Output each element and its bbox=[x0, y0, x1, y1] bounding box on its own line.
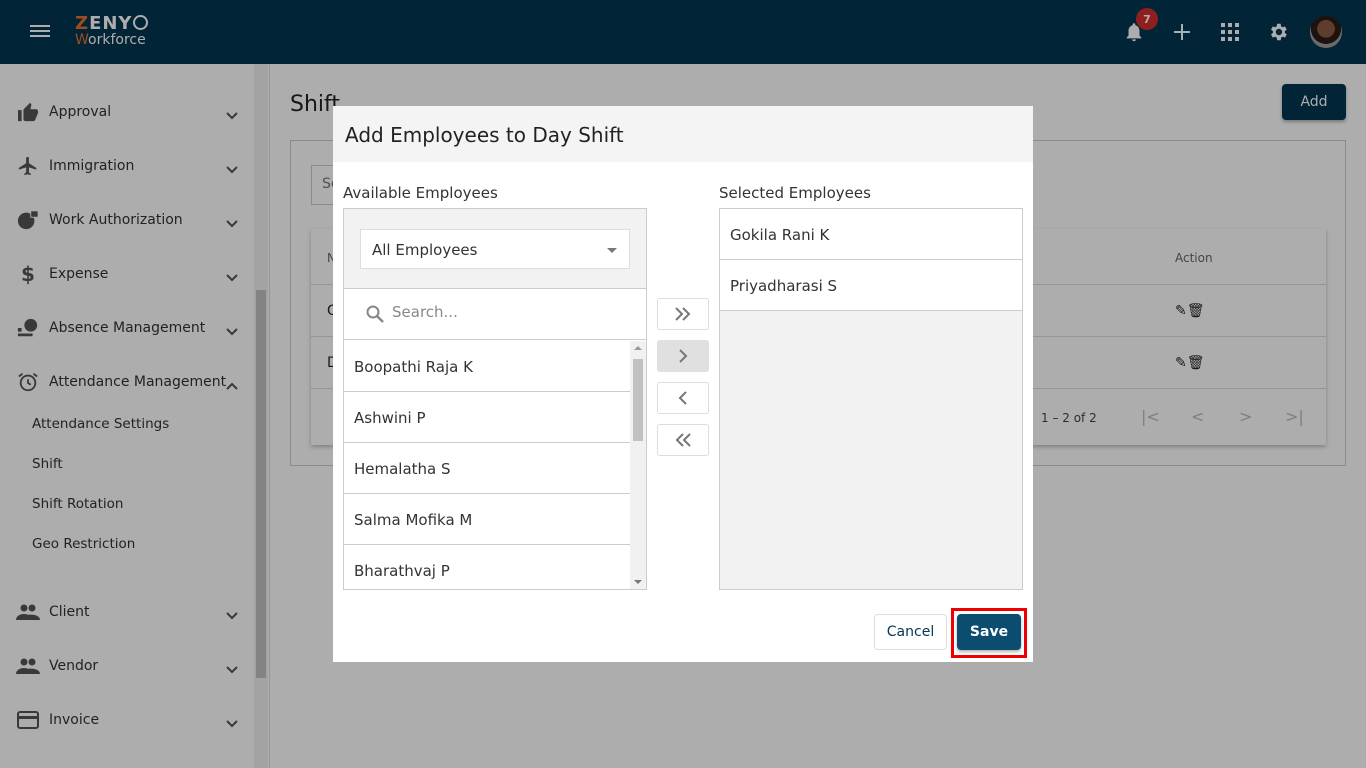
chevron-left-icon bbox=[678, 391, 687, 405]
double-chevron-left-icon bbox=[675, 433, 691, 447]
move-all-right-button[interactable] bbox=[657, 298, 709, 330]
available-employee-item[interactable]: Ashwini P bbox=[344, 392, 630, 443]
available-employees-panel: All Employees Boopathi Raja K Ashwini P … bbox=[343, 208, 647, 590]
available-employee-item[interactable]: Bharathvaj P bbox=[344, 545, 630, 589]
move-left-button[interactable] bbox=[657, 382, 709, 414]
scrollbar-thumb[interactable] bbox=[633, 359, 643, 441]
save-button[interactable]: Save bbox=[957, 614, 1021, 650]
available-employee-item[interactable]: Boopathi Raja K bbox=[344, 341, 630, 392]
double-chevron-right-icon bbox=[675, 307, 691, 321]
available-employees-list: Boopathi Raja K Ashwini P Hemalatha S Sa… bbox=[344, 341, 630, 589]
cancel-button[interactable]: Cancel bbox=[874, 614, 947, 650]
available-list-scrollbar[interactable] bbox=[630, 341, 646, 589]
selected-employee-item[interactable]: Gokila Rani K bbox=[720, 209, 1022, 260]
move-all-left-button[interactable] bbox=[657, 424, 709, 456]
dialog-title: Add Employees to Day Shift bbox=[333, 106, 1033, 162]
chevron-right-icon bbox=[679, 349, 688, 363]
move-right-button[interactable] bbox=[657, 340, 709, 372]
search-icon bbox=[366, 305, 384, 327]
selected-employees-panel: Gokila Rani K Priyadharasi S bbox=[719, 208, 1023, 590]
scroll-up-arrow-icon[interactable] bbox=[634, 346, 642, 350]
selected-employees-label: Selected Employees bbox=[719, 184, 871, 202]
add-employees-dialog: Add Employees to Day Shift Available Emp… bbox=[333, 106, 1033, 662]
employee-search-input[interactable] bbox=[392, 303, 622, 321]
employee-filter-value: All Employees bbox=[372, 241, 478, 259]
dropdown-caret-icon bbox=[607, 248, 617, 253]
employee-filter-select[interactable]: All Employees bbox=[360, 229, 630, 269]
employee-search bbox=[344, 289, 646, 340]
available-employee-item[interactable]: Salma Mofika M bbox=[344, 494, 630, 545]
scroll-down-arrow-icon[interactable] bbox=[634, 580, 642, 584]
available-employees-label: Available Employees bbox=[343, 184, 498, 202]
selected-employee-item[interactable]: Priyadharasi S bbox=[720, 260, 1022, 311]
available-employee-item[interactable]: Hemalatha S bbox=[344, 443, 630, 494]
